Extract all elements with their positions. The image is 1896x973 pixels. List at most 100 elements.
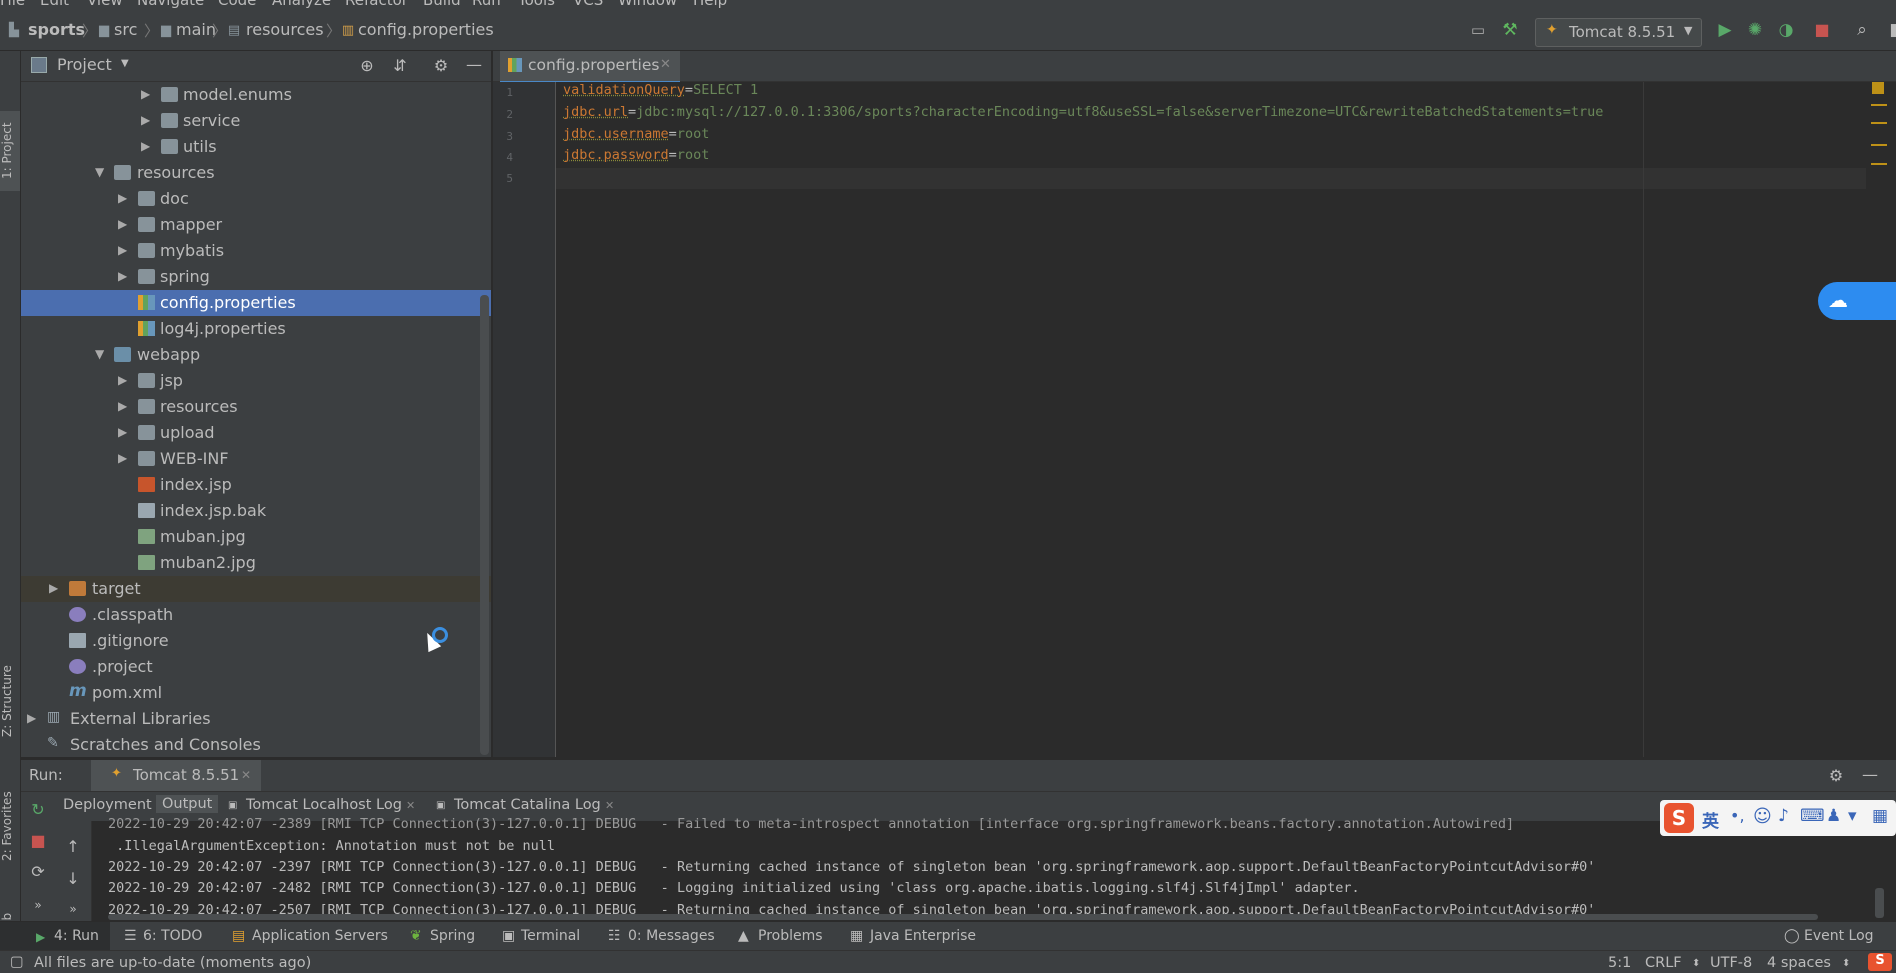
- warning-indicator-icon[interactable]: [1872, 82, 1884, 94]
- tree-item[interactable]: ▶ resources: [21, 394, 491, 420]
- run-icon[interactable]: ▶: [1715, 20, 1735, 40]
- layout-icon[interactable]: ▭: [1468, 20, 1488, 40]
- collapse-all-icon[interactable]: ⇵: [391, 57, 409, 75]
- caret-position[interactable]: 5:1: [1608, 955, 1631, 971]
- chevron-right-icon[interactable]: ▶: [118, 425, 127, 439]
- chevron-right-icon[interactable]: ▶: [141, 113, 150, 127]
- code-line[interactable]: jdbc.url=jdbc:mysql://127.0.0.1:3306/spo…: [563, 104, 1603, 120]
- menu-run[interactable]: Run: [472, 0, 501, 8]
- menu-refactor[interactable]: Refactor: [345, 0, 408, 8]
- search-icon[interactable]: ⌕: [1852, 20, 1872, 40]
- expand-more-icon[interactable]: »: [64, 900, 82, 918]
- menu-file[interactable]: File: [0, 0, 25, 8]
- menu-edit[interactable]: Edit: [40, 0, 69, 8]
- tree-item[interactable]: ▶ mybatis: [21, 238, 491, 264]
- tab-problems[interactable]: Problems: [758, 928, 823, 944]
- menu-code[interactable]: Code: [218, 0, 256, 8]
- tree-item[interactable]: .gitignore: [21, 628, 491, 654]
- indent-select[interactable]: 4 spaces: [1767, 955, 1831, 971]
- chevron-right-icon[interactable]: ▶: [118, 373, 127, 387]
- chevron-right-icon[interactable]: ▶: [49, 581, 58, 595]
- menu-navigate[interactable]: Navigate: [137, 0, 204, 8]
- tab-java-enterprise[interactable]: Java Enterprise: [870, 928, 976, 944]
- tab-messages[interactable]: 0: Messages: [628, 928, 715, 944]
- tree-item[interactable]: index.jsp.bak: [21, 498, 491, 524]
- tab-structure[interactable]: Z: Structure: [0, 651, 20, 751]
- stop-icon[interactable]: ■: [29, 832, 47, 850]
- user-icon[interactable]: ♟: [1826, 806, 1841, 826]
- tree-item[interactable]: m pom.xml: [21, 680, 491, 706]
- menu-tools[interactable]: Tools: [518, 0, 555, 8]
- breadcrumb-file[interactable]: config.properties: [358, 20, 494, 39]
- run-configuration-select[interactable]: ✦ Tomcat 8.5.51 ▼: [1535, 18, 1702, 47]
- menu-build[interactable]: Build: [423, 0, 461, 8]
- tree-item[interactable]: ▶ utils: [21, 134, 491, 160]
- tree-item[interactable]: ▶ jsp: [21, 368, 491, 394]
- editor-tab-config-properties[interactable]: config.properties ✕: [500, 51, 680, 84]
- tab-spring[interactable]: Spring: [430, 928, 475, 944]
- netdisk-floating-widget[interactable]: ☁: [1818, 282, 1896, 320]
- tree-item[interactable]: ▶ doc: [21, 186, 491, 212]
- tree-item[interactable]: ▼ webapp: [21, 342, 491, 368]
- breadcrumb-project[interactable]: sports: [28, 20, 85, 39]
- debug-icon[interactable]: ✺: [1745, 20, 1765, 40]
- warning-mark[interactable]: [1871, 122, 1887, 124]
- tree-item[interactable]: ▶ upload: [21, 420, 491, 446]
- stop-icon[interactable]: ■: [1812, 20, 1832, 40]
- menu-view[interactable]: View: [87, 0, 123, 8]
- code-line[interactable]: validationQuery=SELECT 1: [563, 82, 758, 98]
- tab-application-servers[interactable]: Application Servers: [252, 928, 388, 944]
- subtab-output[interactable]: Output: [156, 795, 219, 813]
- emoji-icon[interactable]: ☺: [1753, 806, 1772, 827]
- coverage-icon[interactable]: ◑: [1776, 20, 1796, 40]
- chevron-right-icon[interactable]: ▶: [118, 243, 127, 257]
- console-horizontal-scrollbar[interactable]: [108, 914, 1818, 920]
- project-scrollbar[interactable]: [480, 295, 489, 755]
- encoding-select[interactable]: UTF-8: [1710, 955, 1752, 971]
- chevron-down-icon[interactable]: ▼: [95, 165, 104, 179]
- close-icon[interactable]: ✕: [660, 57, 671, 72]
- tree-item[interactable]: ▶ ▥ External Libraries: [21, 706, 491, 732]
- tree-item[interactable]: muban2.jpg: [21, 550, 491, 576]
- chevron-right-icon[interactable]: ▶: [27, 711, 36, 725]
- breadcrumb-main[interactable]: main: [176, 20, 216, 39]
- sogou-tray-icon[interactable]: S: [1868, 953, 1892, 971]
- chevron-right-icon[interactable]: ▶: [118, 269, 127, 283]
- tab-event-log[interactable]: Event Log: [1804, 928, 1874, 944]
- punctuation-icon[interactable]: •,: [1730, 806, 1745, 825]
- microphone-icon[interactable]: ♪: [1778, 806, 1789, 826]
- close-icon[interactable]: ✕: [241, 768, 251, 782]
- skin-icon[interactable]: ▾: [1848, 806, 1857, 826]
- project-panel-title[interactable]: Project: [57, 55, 112, 74]
- menu-help[interactable]: Help: [693, 0, 727, 8]
- chevron-down-icon[interactable]: ▼: [121, 58, 129, 69]
- chevron-right-icon[interactable]: ▶: [141, 139, 150, 153]
- scroll-down-icon[interactable]: ↓: [64, 870, 82, 888]
- minimize-icon[interactable]: —: [465, 56, 483, 74]
- subtab-catalina-log[interactable]: Tomcat Catalina Log: [454, 797, 601, 813]
- chevron-right-icon[interactable]: ▶: [141, 87, 150, 101]
- warning-mark[interactable]: [1871, 163, 1887, 165]
- tree-item[interactable]: ▶ target: [21, 576, 491, 602]
- sogou-logo-icon[interactable]: S: [1664, 803, 1694, 833]
- line-separator-select[interactable]: CRLF: [1645, 955, 1682, 971]
- menu-vcs[interactable]: VCS: [573, 0, 603, 8]
- tree-item[interactable]: ▶ mapper: [21, 212, 491, 238]
- tree-item[interactable]: ▶ model.enums: [21, 82, 491, 108]
- breadcrumb-src[interactable]: src: [114, 20, 137, 39]
- tree-item[interactable]: ▼ resources: [21, 160, 491, 186]
- menu-window[interactable]: Window: [618, 0, 677, 8]
- tree-item[interactable]: ▶ WEB-INF: [21, 446, 491, 472]
- tree-item-selected[interactable]: config.properties: [21, 290, 491, 316]
- chevron-down-icon[interactable]: ▼: [95, 347, 104, 361]
- gear-icon[interactable]: ⚙: [432, 57, 450, 75]
- console-vertical-scrollbar[interactable]: [1875, 888, 1884, 918]
- tree-item[interactable]: ✎ Scratches and Consoles: [21, 732, 491, 757]
- expand-more-icon[interactable]: »: [29, 896, 47, 914]
- chevron-right-icon[interactable]: ▶: [118, 191, 127, 205]
- warning-mark[interactable]: [1871, 144, 1887, 146]
- close-icon[interactable]: ✕: [605, 799, 614, 812]
- tab-terminal[interactable]: Terminal: [521, 928, 580, 944]
- update-icon[interactable]: ⟳: [29, 863, 47, 881]
- menu-analyze[interactable]: Analyze: [272, 0, 331, 8]
